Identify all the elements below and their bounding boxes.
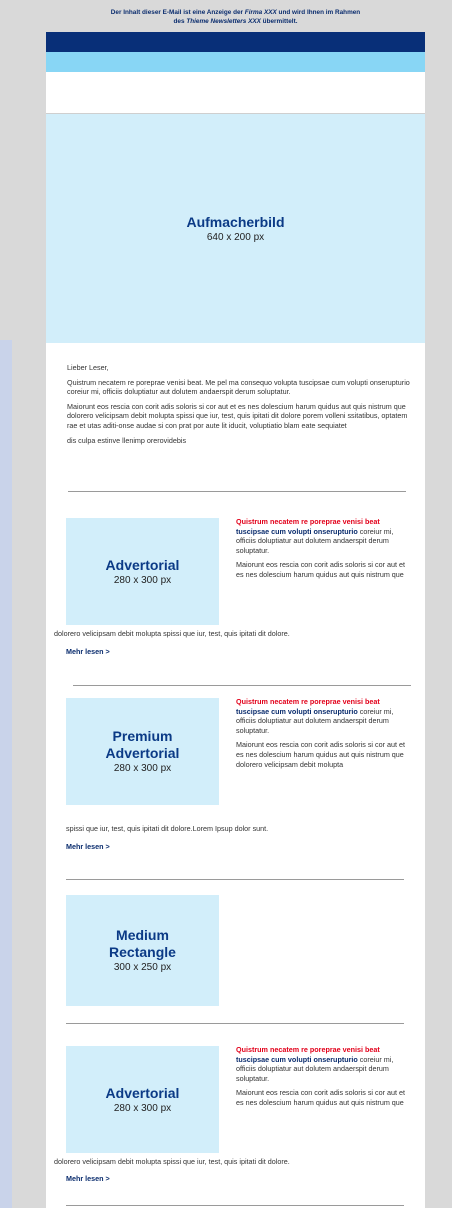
advertorial-placeholder[interactable]: Advertorial 280 x 300 px xyxy=(66,518,219,625)
advertorial-text: Quistrum necatem re poreprae venisi beat… xyxy=(236,517,406,585)
advertorial-body-tail: dolorero velicipsam debit molupta spissi… xyxy=(54,629,290,638)
divider xyxy=(66,879,404,880)
rectangle-title-line1: Medium xyxy=(116,927,169,943)
advertorial-title: Advertorial xyxy=(105,1084,180,1101)
preheader-firm: Firma XXX xyxy=(244,9,277,16)
advertorial-text: Quistrum necatem re poreprae venisi beat… xyxy=(236,1045,406,1113)
advertorial-placeholder[interactable]: Advertorial 280 x 300 px xyxy=(66,1046,219,1153)
preheader-text: und wird Ihnen im Rahmen xyxy=(276,9,361,16)
preheader-text: übermittelt. xyxy=(260,18,298,25)
read-more-link[interactable]: Mehr lesen > xyxy=(66,842,110,852)
premium-advertorial-placeholder[interactable]: Premium Advertorial 280 x 300 px xyxy=(66,698,219,805)
premium-title-line1: Premium xyxy=(112,728,173,744)
advertorial-subheadline: tuscipsae cum volupti onserupturio xyxy=(236,706,358,716)
advertorial-title: Advertorial xyxy=(105,556,180,573)
advertorial-subheadline: tuscipsae cum volupti onserupturio xyxy=(236,526,358,536)
preheader-text: des xyxy=(173,18,187,25)
preheader-text: Der Inhalt dieser E-Mail ist eine Anzeig… xyxy=(110,9,245,16)
hero-title: Aufmacherbild xyxy=(186,213,285,230)
premium-size: 280 x 300 px xyxy=(113,763,172,774)
advertorial-headline[interactable]: Quistrum necatem re poreprae venisi beat xyxy=(236,1045,406,1055)
advertorial-body-tail: spissi que iur, test, quis ipitati dit d… xyxy=(66,824,269,833)
read-more-link[interactable]: Mehr lesen > xyxy=(66,1174,110,1184)
preheader-notice: Der Inhalt dieser E-Mail ist eine Anzeig… xyxy=(46,8,425,26)
advertorial-body: Maiorunt eos rescia con corit adis solor… xyxy=(236,740,405,769)
header-bar-light xyxy=(46,52,425,72)
advertorial-size: 280 x 300 px xyxy=(113,1102,172,1114)
advertorial-headline[interactable]: Quistrum necatem re poreprae venisi beat xyxy=(236,517,406,527)
hero-size: 640 x 200 px xyxy=(206,231,265,243)
premium-title-line2: Advertorial xyxy=(105,745,180,761)
divider xyxy=(68,491,406,492)
advertorial-subheadline: tuscipsae cum volupti onserupturio xyxy=(236,1054,358,1064)
premium-advertorial-text: Quistrum necatem re poreprae venisi beat… xyxy=(236,697,406,774)
left-shade xyxy=(0,340,12,1208)
rectangle-title-line2: Rectangle xyxy=(109,944,176,960)
read-more-link[interactable]: Mehr lesen > xyxy=(66,647,110,657)
hero-image-placeholder: Aufmacherbild 640 x 200 px xyxy=(46,114,425,343)
advertorial-body: Maiorunt eos rescia con corit adis solor… xyxy=(236,560,405,579)
intro-text: Lieber Leser, Quistrum necatem re porepr… xyxy=(67,363,412,450)
preheader-newsletter: Thieme Newsletters XXX xyxy=(186,18,261,25)
header-bar-dark xyxy=(46,32,425,52)
divider xyxy=(73,685,411,686)
divider xyxy=(66,1023,404,1024)
advertorial-size: 280 x 300 px xyxy=(113,574,172,586)
greeting: Lieber Leser, xyxy=(67,363,109,372)
intro-paragraph: Quistrum necatem re poreprae venisi beat… xyxy=(67,377,410,397)
advertorial-body-tail: dolorero velicipsam debit molupta spissi… xyxy=(54,1157,290,1166)
medium-rectangle-placeholder[interactable]: Medium Rectangle 300 x 250 px xyxy=(66,895,219,1006)
email-body: Aufmacherbild 640 x 200 px Lieber Leser,… xyxy=(46,32,425,1208)
divider xyxy=(66,1205,404,1206)
intro-paragraph: Maiorunt eos rescia con corit adis solor… xyxy=(67,401,408,430)
intro-paragraph: dis culpa estinve llenimp orerovidebis xyxy=(67,435,187,445)
advertorial-headline[interactable]: Quistrum necatem re poreprae venisi beat xyxy=(236,697,406,707)
advertorial-body: Maiorunt eos rescia con corit adis solor… xyxy=(236,1088,405,1107)
rectangle-size: 300 x 250 px xyxy=(113,962,172,973)
